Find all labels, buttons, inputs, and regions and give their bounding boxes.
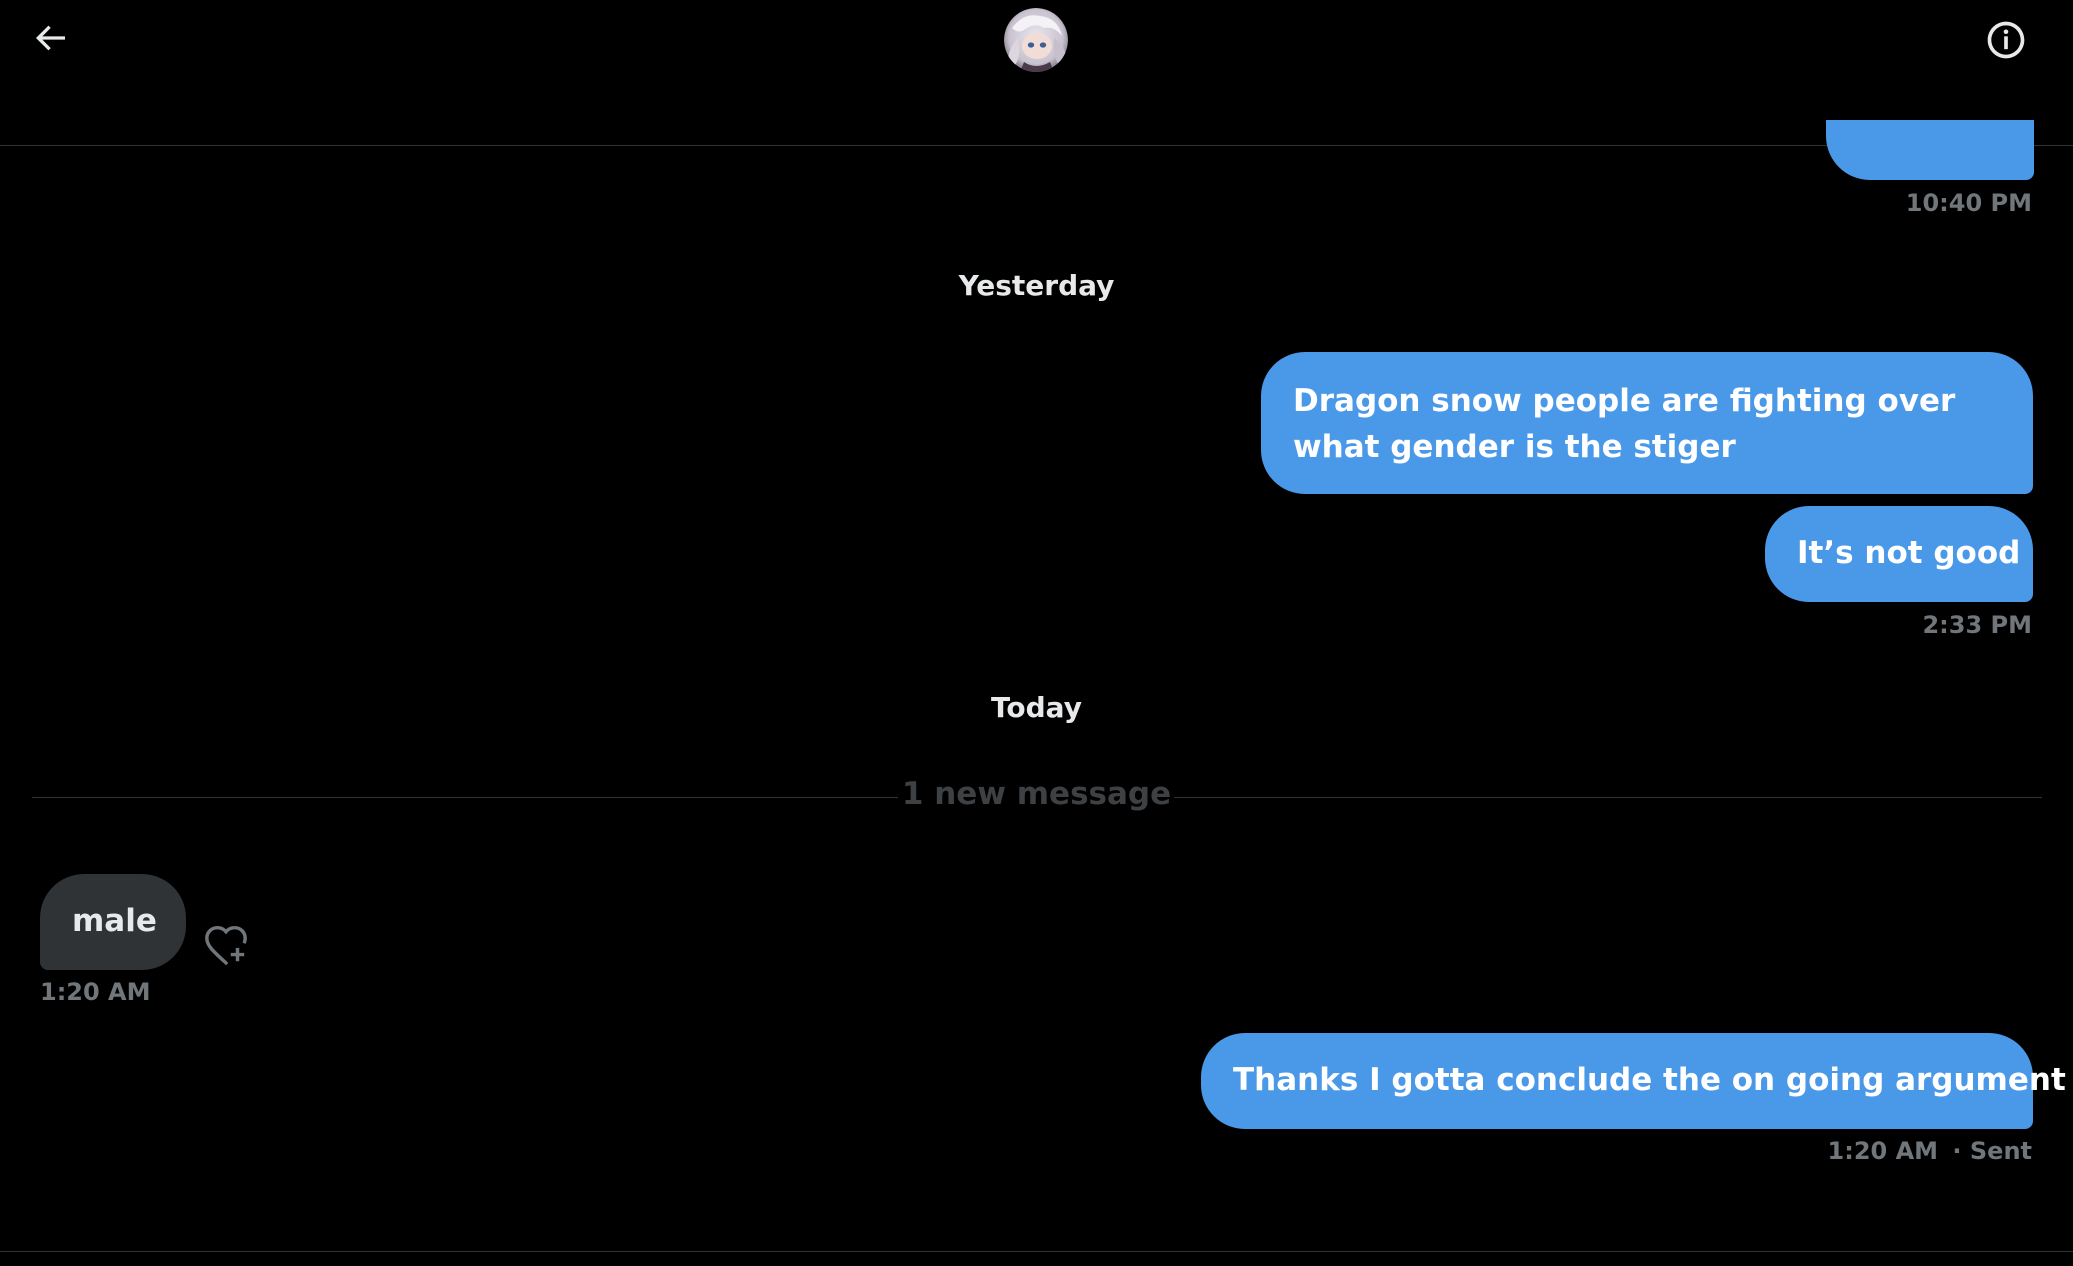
message-text: It’s not good	[1797, 535, 2021, 571]
message-bubble-sent[interactable]: Thanks I gotta conclude the on going arg…	[1201, 1033, 2066, 1129]
message-bubble-sent[interactable]: Dragon snow people are fighting over wha…	[1261, 352, 2033, 494]
message-status: · Sent	[1952, 1137, 2032, 1165]
composer-divider	[0, 1251, 2073, 1252]
new-message-divider-right	[1174, 797, 2042, 798]
info-icon	[1987, 21, 2025, 59]
add-reaction-button[interactable]	[200, 918, 252, 970]
message-bubble-received[interactable]: male	[40, 874, 186, 970]
message-text: Dragon snow people are fighting over wha…	[1293, 383, 1956, 465]
conversation-info-button[interactable]	[1980, 14, 2032, 66]
back-button[interactable]	[20, 12, 80, 64]
message-bubble-sent-partial[interactable]	[1826, 120, 2034, 180]
message-timestamp: 1:20 AM	[40, 978, 151, 1006]
message-timestamp-status: 1:20 AM · Sent	[1828, 1136, 2032, 1166]
new-message-divider-label: 1 new message	[901, 776, 1172, 812]
arrow-left-icon	[35, 25, 65, 51]
message-timestamp: 10:40 PM	[1905, 189, 2032, 217]
profile-avatar[interactable]	[1004, 8, 1068, 72]
message-time: 1:20 AM	[1827, 1137, 1939, 1165]
message-bubble-sent[interactable]: It’s not good	[1765, 506, 2033, 602]
message-timestamp: 2:33 PM	[1922, 611, 2032, 639]
avatar-image	[1004, 8, 1068, 72]
message-text: male	[72, 903, 157, 939]
date-separator-yesterday: Yesterday	[958, 269, 1115, 302]
conversation-header	[0, 0, 2073, 146]
heart-plus-icon	[205, 925, 247, 966]
date-separator-today: Today	[991, 691, 1082, 724]
message-text: Thanks I gotta conclude the on going arg…	[1233, 1062, 2066, 1098]
